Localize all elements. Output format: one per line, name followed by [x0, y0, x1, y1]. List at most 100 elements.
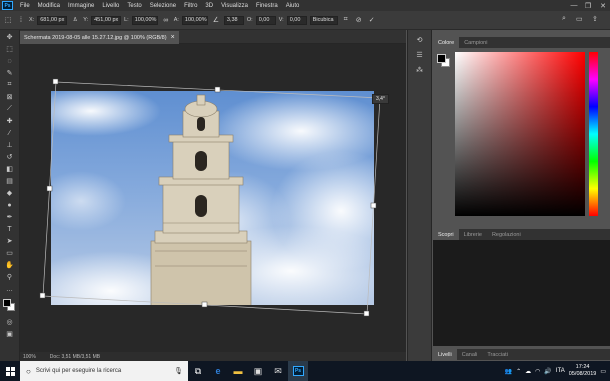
commit-transform-icon[interactable]: ✓	[367, 15, 377, 25]
language-indicator[interactable]: ITA	[556, 368, 565, 374]
link-icon[interactable]: ∞	[161, 15, 171, 25]
canvas-area[interactable]: 3,4°	[20, 44, 406, 352]
wifi-icon[interactable]: ◠	[535, 368, 540, 375]
screen-mode-icon[interactable]: ▣	[4, 329, 16, 339]
transform-handle[interactable]	[39, 292, 46, 299]
notifications-icon[interactable]: ▭	[600, 368, 606, 375]
type-tool-icon[interactable]: T	[4, 224, 16, 234]
color-swatches[interactable]	[0, 297, 19, 315]
panel-foreground-swatch[interactable]	[437, 54, 446, 63]
tab-livelli[interactable]: Livelli	[433, 349, 457, 360]
share-icon[interactable]: ⇪	[592, 15, 598, 23]
microphone-icon[interactable]: 🎙	[174, 367, 183, 375]
transform-handle[interactable]	[363, 310, 370, 317]
tab-tracciati[interactable]: Tracciati	[482, 349, 513, 360]
edge-icon[interactable]: e	[208, 361, 228, 381]
tab-colore[interactable]: Colore	[433, 37, 460, 48]
y-input[interactable]: 451,00 px	[91, 15, 122, 25]
transform-handle[interactable]	[52, 78, 59, 85]
menu-livello[interactable]: Livello	[98, 3, 123, 9]
foreground-color-swatch[interactable]	[3, 299, 11, 307]
marquee-tool-icon[interactable]: ⬚	[4, 44, 16, 54]
menu-immagine[interactable]: Immagine	[64, 3, 98, 9]
transform-tool-icon[interactable]: ⬚	[3, 15, 13, 25]
brush-settings-icon[interactable]: ⁂	[414, 64, 426, 75]
hue-slider[interactable]	[589, 52, 598, 216]
eraser-tool-icon[interactable]: ◧	[4, 164, 16, 174]
task-view-icon[interactable]: ⧉	[188, 361, 208, 381]
blur-tool-icon[interactable]: ◆	[4, 188, 16, 198]
volume-icon[interactable]: 🔊	[544, 368, 551, 375]
healing-tool-icon[interactable]: ✚	[4, 116, 16, 126]
file-explorer-icon[interactable]: ▬	[228, 361, 248, 381]
menu-selezione[interactable]: Selezione	[146, 3, 180, 9]
tab-librerie[interactable]: Librerie	[459, 229, 487, 240]
angle-input[interactable]: 3,38	[223, 15, 244, 25]
tab-canali[interactable]: Canali	[457, 349, 483, 360]
tab-regolazioni[interactable]: Regolazioni	[487, 229, 526, 240]
height-input[interactable]: 100,00%	[181, 15, 208, 25]
move-tool-icon[interactable]: ✥	[4, 32, 16, 42]
close-window-button[interactable]: ✕	[596, 0, 610, 11]
warp-icon[interactable]: ⌗	[341, 15, 351, 25]
restore-button[interactable]: ❐	[581, 0, 595, 11]
width-input[interactable]: 100,00%	[131, 15, 158, 25]
zoom-tool-icon[interactable]: ⚲	[4, 272, 16, 282]
minimize-button[interactable]: —	[567, 0, 581, 11]
gradient-tool-icon[interactable]: ▤	[4, 176, 16, 186]
stamp-tool-icon[interactable]: ⊥	[4, 140, 16, 150]
history-brush-tool-icon[interactable]: ↺	[4, 152, 16, 162]
transform-handle[interactable]	[46, 185, 53, 192]
zoom-level[interactable]: 100%	[23, 354, 36, 360]
path-select-tool-icon[interactable]: ➤	[4, 236, 16, 246]
reference-point-icon[interactable]: ⁞	[16, 15, 26, 25]
store-icon[interactable]: ▣	[248, 361, 268, 381]
menu-3d[interactable]: 3D	[201, 3, 217, 9]
tab-campioni[interactable]: Campioni	[459, 37, 492, 48]
eyedropper-tool-icon[interactable]: ⟋	[4, 104, 16, 114]
people-icon[interactable]: 👥	[505, 368, 512, 375]
menu-visualizza[interactable]: Visualizza	[217, 3, 252, 9]
interpolation-select[interactable]: Bicubica	[309, 15, 338, 25]
menu-finestra[interactable]: Finestra	[252, 3, 282, 9]
hand-tool-icon[interactable]: ✋	[4, 260, 16, 270]
menu-testo[interactable]: Testo	[123, 3, 145, 9]
transform-handle[interactable]	[214, 86, 221, 93]
menu-file[interactable]: File	[16, 3, 34, 9]
color-field[interactable]	[455, 52, 585, 216]
photoshop-taskbar-icon[interactable]: Ps	[288, 361, 308, 381]
lasso-tool-icon[interactable]: ◌	[4, 56, 16, 66]
frame-tool-icon[interactable]: ⊠	[4, 92, 16, 102]
menu-modifica[interactable]: Modifica	[34, 3, 64, 9]
search-icon[interactable]: ⌕	[562, 15, 566, 23]
clock[interactable]: 17:24 05/08/2019	[569, 364, 597, 378]
network-icon[interactable]: ☁	[525, 368, 531, 375]
shape-tool-icon[interactable]: ▭	[4, 248, 16, 258]
windows-start-icon[interactable]	[0, 361, 20, 381]
transform-bounding-box[interactable]	[20, 44, 406, 352]
search-box[interactable]: ○ Scrivi qui per eseguire la ricerca 🎙	[20, 361, 188, 381]
quick-select-tool-icon[interactable]: ✎	[4, 68, 16, 78]
x-input[interactable]: 681,00 px	[37, 15, 68, 25]
pen-tool-icon[interactable]: ✒	[4, 212, 16, 222]
vskew-input[interactable]: 0,00	[286, 15, 307, 25]
cancel-transform-icon[interactable]: ⊘	[354, 15, 364, 25]
transform-handle[interactable]	[370, 202, 377, 209]
transform-handle[interactable]	[201, 301, 208, 308]
brush-tool-icon[interactable]: ⁄	[4, 128, 16, 138]
properties-icon[interactable]: ☰	[414, 49, 426, 60]
document-tab[interactable]: Schermata 2019-08-05 alle 15.27.12.jpg @…	[20, 31, 179, 44]
tab-scopri[interactable]: Scopri	[433, 229, 459, 240]
history-icon[interactable]: ⟲	[414, 34, 426, 45]
hskew-input[interactable]: 0,00	[255, 15, 276, 25]
menu-aiuto[interactable]: Aiuto	[282, 3, 304, 9]
quick-mask-icon[interactable]: ◎	[4, 317, 16, 327]
delta-icon[interactable]: Δ	[70, 15, 80, 25]
close-tab-icon[interactable]: ×	[171, 34, 175, 41]
crop-tool-icon[interactable]: ⌗	[4, 80, 16, 90]
menu-filtro[interactable]: Filtro	[180, 3, 201, 9]
dodge-tool-icon[interactable]: ●	[4, 200, 16, 210]
workspace-icon[interactable]: ▭	[576, 15, 583, 23]
mail-icon[interactable]: ✉	[268, 361, 288, 381]
more-tools-icon[interactable]: …	[4, 284, 16, 294]
